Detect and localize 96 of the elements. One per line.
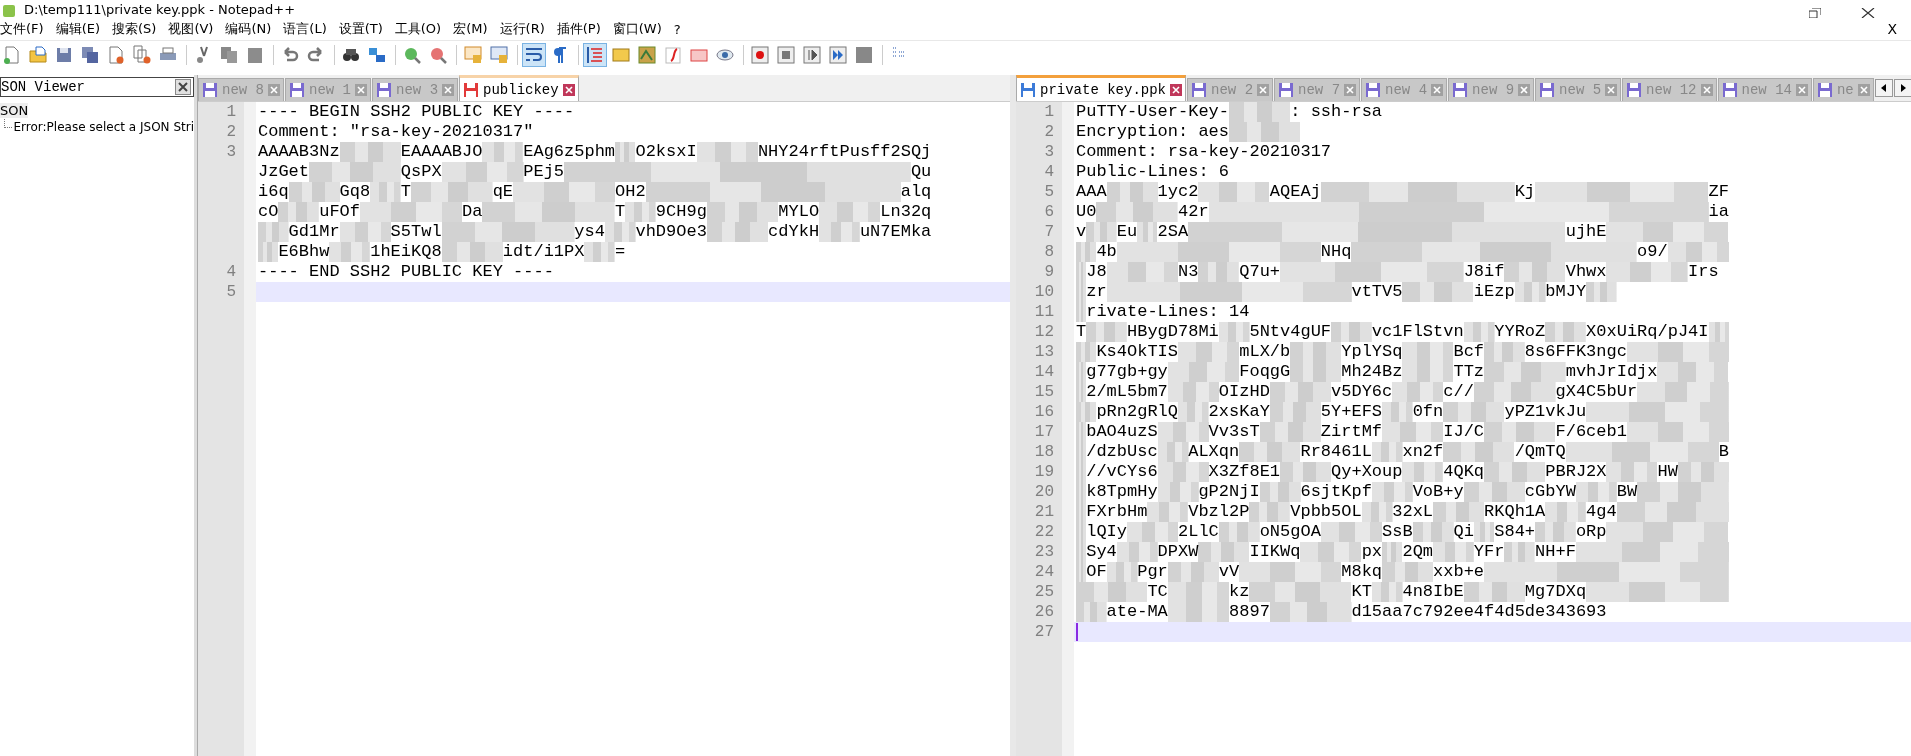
line-number: 13 [1034, 343, 1054, 361]
menu-item[interactable]: 文件(F) [0, 20, 50, 38]
code-line: Public-Lines: 6 [1076, 162, 1230, 182]
close-tab-icon[interactable] [355, 84, 368, 96]
file-tab[interactable]: publickey [459, 75, 579, 101]
menu-item[interactable]: 窗口(W) [612, 20, 668, 38]
tree-item[interactable]: Error:Please select a JSON Stri [13, 120, 194, 134]
scroll-right-button[interactable] [1893, 79, 1911, 97]
line-number: 12 [1034, 323, 1054, 341]
line-number: 17 [1034, 423, 1054, 441]
code-line: ---- BEGIN SSH2 PUBLIC KEY ---- [258, 102, 575, 122]
window-title: D:\temp111\private key.ppk - Notepad++ [24, 2, 296, 18]
save-all-icon[interactable] [80, 45, 100, 65]
copy-icon[interactable] [219, 45, 239, 65]
menu-item[interactable]: 插件(P) [556, 20, 607, 38]
line-number: 21 [1034, 503, 1054, 521]
code-line: Comment: rsa-key-20210317 [1076, 142, 1332, 162]
code-line: ---- END SSH2 PUBLIC KEY ---- [258, 262, 554, 282]
menu-item[interactable]: ? [673, 21, 687, 37]
left-triangle-icon[interactable] [1879, 84, 1888, 92]
close-tab-icon[interactable] [1344, 84, 1357, 96]
menu-item[interactable]: 编码(N) [225, 20, 278, 38]
text-caret [1076, 623, 1078, 641]
line-number: 3 [226, 143, 236, 161]
menu-item[interactable]: 宏(M) [453, 20, 494, 38]
zoom-in-icon[interactable] [402, 45, 422, 65]
save-icon[interactable] [54, 45, 74, 65]
close-tab-icon[interactable] [1170, 83, 1183, 96]
line-number: 26 [1034, 603, 1054, 621]
menu-item[interactable]: 搜索(S) [112, 20, 163, 38]
close-tab-icon[interactable] [562, 83, 575, 96]
close-tab-icon[interactable] [1257, 84, 1270, 96]
close-file-icon[interactable] [106, 45, 126, 65]
close-all-icon[interactable] [132, 45, 152, 65]
line-number: 4 [226, 263, 236, 281]
close-tab-icon[interactable] [268, 84, 280, 96]
code-line: Comment: "rsa-key-20210317" [258, 122, 534, 142]
close-tab-icon[interactable] [1518, 84, 1531, 96]
line-number: 18 [1034, 443, 1054, 461]
line-number: 1 [226, 103, 236, 121]
line-number: 22 [1034, 523, 1054, 541]
line-number: 25 [1034, 583, 1054, 601]
line-number: 4 [1044, 163, 1054, 181]
line-number: 1 [1044, 103, 1054, 121]
line-number: 8 [1044, 243, 1054, 261]
scroll-left-button[interactable] [1874, 79, 1893, 97]
right-triangle-icon[interactable] [1898, 84, 1907, 92]
panel-title: SON Viewer [1, 79, 85, 95]
line-number: 15 [1034, 383, 1054, 401]
close-tab-icon[interactable] [1605, 84, 1618, 96]
line-number: 7 [1044, 223, 1054, 241]
sync-horizontal-icon[interactable] [489, 45, 509, 65]
menu-item[interactable]: 运行(R) [499, 20, 551, 38]
line-number: 5 [226, 283, 236, 301]
menu-item[interactable]: 工具(O) [394, 20, 448, 38]
close-document-button[interactable]: X [1887, 21, 1897, 37]
line-number: 2 [1044, 123, 1054, 141]
close-tab-icon[interactable] [1795, 84, 1808, 96]
close-tab-icon[interactable] [1431, 84, 1444, 96]
line-number: 11 [1034, 303, 1054, 321]
menu-item[interactable]: 设置(T) [338, 20, 389, 38]
menu-item[interactable]: 编辑(E) [55, 20, 106, 38]
menu-item[interactable]: 视图(V) [168, 20, 220, 38]
play-icon[interactable] [802, 45, 822, 65]
line-number: 14 [1034, 363, 1054, 381]
stop-icon[interactable] [776, 45, 796, 65]
line-number: 10 [1034, 283, 1054, 301]
line-number: 16 [1034, 403, 1054, 421]
line-number: 9 [1044, 263, 1054, 281]
fast-forward-icon[interactable] [828, 45, 848, 65]
line-number: 27 [1034, 623, 1054, 641]
app-icon [2, 4, 16, 18]
line-number: 5 [1044, 183, 1054, 201]
line-number: 19 [1034, 463, 1054, 481]
zoom-out-icon[interactable] [428, 45, 448, 65]
menu-item[interactable]: 语言(L) [283, 20, 333, 38]
line-number: 2 [226, 123, 236, 141]
line-number: 23 [1034, 543, 1054, 561]
record-icon[interactable] [750, 45, 770, 65]
line-number: 3 [1044, 143, 1054, 161]
restore-icon[interactable] [1809, 8, 1821, 18]
close-tab-icon[interactable] [1857, 84, 1870, 96]
replace-icon[interactable] [367, 45, 387, 65]
tree-connector [4, 118, 12, 128]
open-folder-icon[interactable] [28, 45, 48, 65]
map-icon[interactable] [637, 45, 657, 65]
line-number: 6 [1044, 203, 1054, 221]
close-tab-icon[interactable] [1700, 84, 1713, 96]
file-tab[interactable]: private key.ppk [1016, 75, 1187, 101]
line-number: 24 [1034, 563, 1054, 581]
tree-root[interactable]: SON [0, 103, 29, 118]
line-number: 20 [1034, 483, 1054, 501]
close-tab-icon[interactable] [442, 84, 455, 96]
function-list-icon[interactable] [663, 45, 683, 65]
close-icon[interactable] [1861, 8, 1875, 18]
new-file-icon[interactable] [2, 45, 22, 65]
